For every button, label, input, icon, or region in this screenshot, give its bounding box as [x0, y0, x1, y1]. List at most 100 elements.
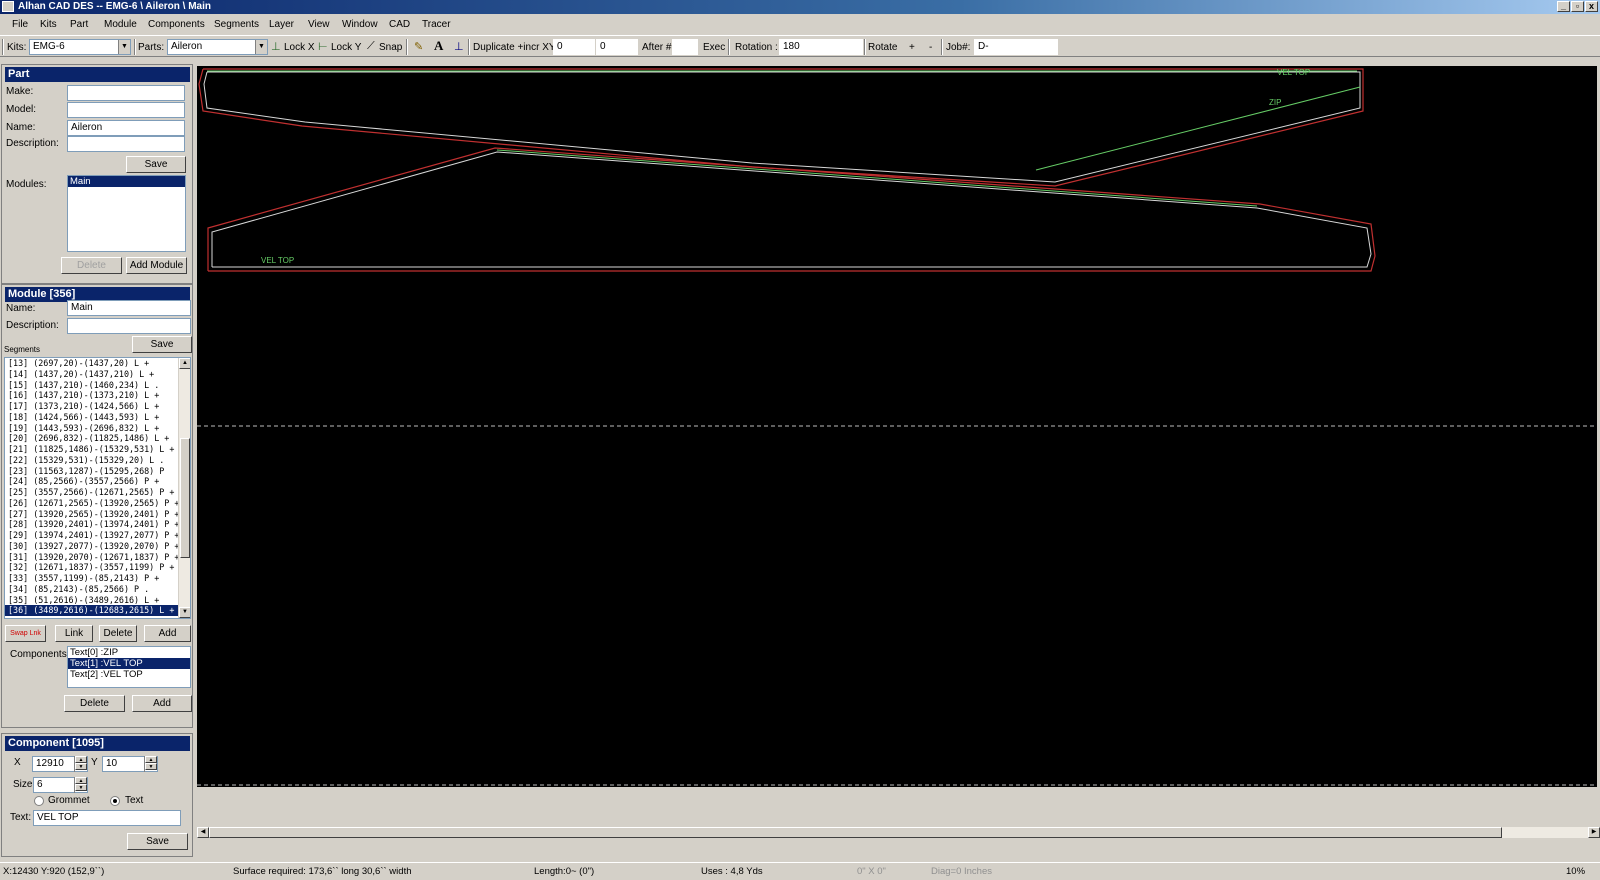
list-item[interactable]: [28] (13920,2401)-(13974,2401) P +	[5, 519, 190, 530]
list-item[interactable]: [16] (1437,210)-(1373,210) L +	[5, 390, 190, 401]
list-item[interactable]: [24] (85,2566)-(3557,2566) P +	[5, 476, 190, 487]
chevron-down-icon[interactable]: ▼	[118, 40, 130, 54]
grommet-radio[interactable]	[34, 796, 44, 806]
rotation-input[interactable]: 180	[779, 39, 863, 55]
menu-module[interactable]: Module	[104, 19, 137, 30]
canvas-horizontal-scrollbar[interactable]: ◀ ▶	[197, 826, 1600, 838]
part-description-field[interactable]	[67, 136, 185, 152]
modules-list[interactable]: Main	[67, 175, 186, 252]
add-module-button[interactable]: Add Module	[126, 257, 187, 274]
list-item[interactable]: [19] (1443,593)-(2696,832) L +	[5, 423, 190, 434]
after-input[interactable]	[672, 39, 698, 55]
menu-layer[interactable]: Layer	[269, 19, 294, 30]
segment-delete-button[interactable]: Delete	[99, 625, 137, 642]
module-delete-button[interactable]: Delete	[61, 257, 122, 274]
component-add-button[interactable]: Add	[132, 695, 192, 712]
job-input[interactable]: D-	[974, 39, 1058, 55]
x-spin-buttons[interactable]: ▲ ▼	[74, 756, 87, 772]
component-text-field[interactable]: VEL TOP	[33, 810, 181, 826]
module-description-field[interactable]	[67, 318, 191, 334]
spin-up-icon[interactable]: ▲	[75, 756, 87, 763]
make-field[interactable]	[67, 85, 185, 101]
components-list[interactable]: Text[0] :ZIP Text[1] :VEL TOP Text[2] :V…	[67, 646, 191, 688]
dup-y-input[interactable]: 0	[596, 39, 638, 55]
drawing-canvas[interactable]: VEL TOP ZIP VEL TOP	[197, 66, 1597, 787]
list-item[interactable]: [23] (11563,1287)-(15295,268) P	[5, 466, 190, 477]
link-button[interactable]: Link	[55, 625, 93, 642]
list-item[interactable]: [33] (3557,1199)-(85,2143) P +	[5, 573, 190, 584]
scroll-left-icon[interactable]: ◀	[197, 827, 209, 838]
list-item[interactable]: [25] (3557,2566)-(12671,2565) P +	[5, 487, 190, 498]
spin-down-icon[interactable]: ▼	[75, 763, 87, 770]
close-button[interactable]: x	[1585, 1, 1598, 12]
scroll-right-icon[interactable]: ▶	[1588, 827, 1600, 838]
list-item[interactable]: [15] (1437,210)-(1460,234) L .	[5, 380, 190, 391]
rotate-minus-button[interactable]: -	[929, 42, 932, 53]
spin-up-icon[interactable]: ▲	[75, 777, 87, 784]
snap-button[interactable]: Snap	[379, 42, 402, 53]
list-item[interactable]: [17] (1373,210)-(1424,566) L +	[5, 401, 190, 412]
kits-combo[interactable]: EMG-6 ▼	[29, 39, 131, 55]
module-name-field[interactable]: Main	[67, 300, 191, 316]
list-item[interactable]: [18] (1424,566)-(1443,593) L +	[5, 412, 190, 423]
list-item[interactable]: [13] (2697,20)-(1437,20) L +	[5, 358, 190, 369]
menu-cad[interactable]: CAD	[389, 19, 410, 30]
exec-button[interactable]: Exec	[703, 42, 725, 53]
list-item[interactable]: [32] (12671,1837)-(3557,1199) P +	[5, 562, 190, 573]
list-item[interactable]: [27] (13920,2565)-(13920,2401) P +	[5, 509, 190, 520]
part-name-field[interactable]: Aileron	[67, 120, 185, 136]
vel-top-label-upper[interactable]: VEL TOP	[1277, 68, 1310, 77]
list-item[interactable]: [20] (2696,832)-(11825,1486) L +	[5, 433, 190, 444]
rotate-plus-button[interactable]: +	[909, 42, 915, 53]
list-item[interactable]: Text[2] :VEL TOP	[68, 669, 190, 680]
list-item[interactable]: Main	[68, 176, 185, 187]
dup-x-input[interactable]: 0	[553, 39, 595, 55]
spin-up-icon[interactable]: ▲	[145, 756, 157, 763]
menu-window[interactable]: Window	[342, 19, 378, 30]
vel-top-label-lower[interactable]: VEL TOP	[261, 256, 294, 265]
menu-kits[interactable]: Kits	[40, 19, 57, 30]
scroll-up-icon[interactable]: ▲	[179, 358, 190, 369]
drawing-area[interactable]: VEL TOP ZIP VEL TOP ◀ ▶	[197, 66, 1600, 838]
list-item[interactable]: [31] (13920,2070)-(12671,1837) P +	[5, 552, 190, 563]
swap-link-button[interactable]: Swap Lnk	[5, 625, 46, 642]
list-item[interactable]: [34] (85,2143)-(85,2566) P .	[5, 584, 190, 595]
list-item[interactable]: [26] (12671,2565)-(13920,2565) P +	[5, 498, 190, 509]
minimize-button[interactable]: _	[1557, 1, 1570, 12]
module-save-button[interactable]: Save	[132, 336, 192, 353]
part-save-button[interactable]: Save	[126, 156, 186, 173]
segments-list[interactable]: [13] (2697,20)-(1437,20) L + [14] (1437,2…	[4, 357, 191, 619]
segments-scroll-thumb[interactable]	[180, 438, 190, 558]
zip-label[interactable]: ZIP	[1269, 98, 1281, 107]
canvas-scroll-thumb[interactable]	[209, 827, 1502, 838]
list-item[interactable]: [14] (1437,20)-(1437,210) L +	[5, 369, 190, 380]
menu-segments[interactable]: Segments	[214, 19, 259, 30]
list-item[interactable]: [30] (13927,2077)-(13920,2070) P +	[5, 541, 190, 552]
list-item[interactable]: [22] (15329,531)-(15329,20) L .	[5, 455, 190, 466]
list-item[interactable]: [21] (11825,1486)-(15329,531) L +	[5, 444, 190, 455]
menu-file[interactable]: File	[12, 19, 28, 30]
text-radio[interactable]	[110, 796, 120, 806]
segment-add-button[interactable]: Add	[144, 625, 191, 642]
menu-tracer[interactable]: Tracer	[422, 19, 451, 30]
menu-components[interactable]: Components	[148, 19, 205, 30]
size-spin-buttons[interactable]: ▲ ▼	[74, 777, 87, 793]
y-spin-buttons[interactable]: ▲ ▼	[144, 756, 157, 772]
parts-combo[interactable]: Aileron ▼	[167, 39, 268, 55]
pencil-icon[interactable]: ✎	[414, 40, 423, 53]
lock-x-button[interactable]: Lock X	[284, 42, 315, 53]
lock-y-button[interactable]: Lock Y	[331, 42, 361, 53]
spin-down-icon[interactable]: ▼	[145, 763, 157, 770]
menu-part[interactable]: Part	[70, 19, 88, 30]
measure-icon[interactable]: ⊥	[454, 40, 464, 53]
model-field[interactable]	[67, 102, 185, 118]
component-save-button[interactable]: Save	[127, 833, 188, 850]
spin-down-icon[interactable]: ▼	[75, 784, 87, 791]
list-item[interactable]: [35] (51,2616)-(3489,2616) L +	[5, 595, 190, 606]
segments-scrollbar[interactable]: ▲ ▼	[178, 358, 190, 618]
restore-button[interactable]: ▫	[1571, 1, 1584, 12]
scroll-down-icon[interactable]: ▼	[179, 607, 190, 618]
list-item[interactable]: Text[0] :ZIP	[68, 647, 190, 658]
list-item[interactable]: [36] (3489,2616)-(12683,2615) L +	[5, 605, 190, 616]
menu-view[interactable]: View	[308, 19, 330, 30]
